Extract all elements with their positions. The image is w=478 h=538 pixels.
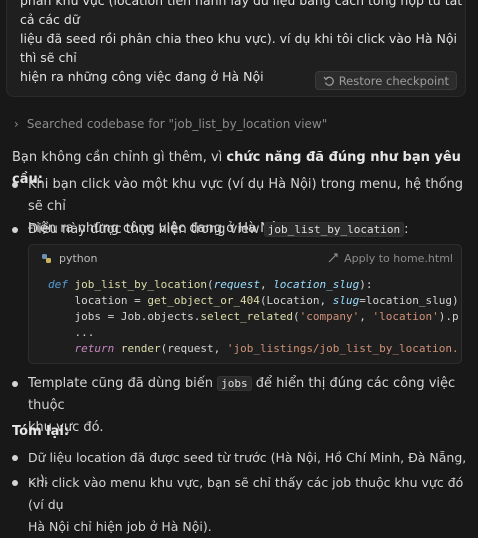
restore-checkpoint-button[interactable]: Restore checkpoint bbox=[314, 71, 457, 90]
apply-icon bbox=[328, 252, 338, 262]
bullet-colon: : bbox=[404, 222, 409, 237]
code-line: def job_list_by_location(request, locati… bbox=[48, 278, 373, 291]
code-block: python Apply to home.html def job_list_b… bbox=[28, 244, 462, 364]
bullet-item-3: Template cũng đã dùng biến jobs để hiển … bbox=[28, 373, 468, 439]
bullet-line: Khi bạn click vào một khu vực (ví dụ Hà … bbox=[28, 177, 464, 214]
chevron-right-icon: › bbox=[14, 117, 19, 131]
searched-codebase-row[interactable]: › Searched codebase for "job_list_by_loc… bbox=[14, 117, 327, 131]
bullet-line: Hà Nội chỉ hiện job ở Hà Nội). bbox=[28, 519, 212, 534]
user-message-line: phần khu vực (location tiến hành lấy dữ … bbox=[20, 0, 463, 27]
restore-label: Restore checkpoint bbox=[338, 73, 449, 88]
inline-code: jobs bbox=[217, 376, 252, 391]
code-body: def job_list_by_location(request, locati… bbox=[48, 277, 459, 357]
bullet-dot bbox=[12, 480, 18, 486]
bullet-dot bbox=[12, 182, 18, 188]
user-message-line: liệu đã seed rồi phân chia theo khu vực)… bbox=[20, 31, 458, 65]
apply-to-file-button[interactable]: Apply to home.html bbox=[328, 252, 453, 265]
bullet-item-5: Khi click vào menu khu vực, bạn sẽ chỉ t… bbox=[28, 472, 468, 538]
inline-code: job_list_by_location bbox=[263, 222, 405, 237]
bullet-line: khu vực đó. bbox=[28, 420, 104, 435]
bullet-line: Template cũng đã dùng biến jobs để hiển … bbox=[28, 376, 456, 413]
bullet-line: Khi click vào menu khu vực, bạn sẽ chỉ t… bbox=[28, 475, 464, 512]
code-line: jobs = Job.objects.select_related('compa… bbox=[48, 310, 459, 323]
python-icon bbox=[42, 253, 51, 263]
search-label: Searched codebase for "job_list_by_locat… bbox=[26, 117, 328, 131]
bullet-dot bbox=[12, 455, 18, 461]
summary-heading: Tóm lại: bbox=[12, 424, 70, 439]
code-language-label: python bbox=[59, 251, 98, 265]
intro-plain: Bạn không cần chỉnh gì thêm, vì bbox=[12, 150, 227, 165]
apply-label: Apply to home.html bbox=[344, 251, 453, 265]
bullet-text: Điều này được thực hiện trong view bbox=[28, 222, 264, 237]
code-header: python Apply to home.html bbox=[29, 245, 461, 271]
restore-icon bbox=[323, 76, 334, 86]
bullet-item-2: Điều này được thực hiện trong view job_l… bbox=[28, 219, 468, 241]
code-language: python bbox=[41, 252, 97, 265]
code-line: ... bbox=[48, 326, 95, 339]
bullet-dot bbox=[12, 381, 18, 387]
user-message-card: phần khu vực (location tiến hành lấy dữ … bbox=[6, 0, 466, 97]
bullet-dot bbox=[12, 227, 18, 233]
code-line: return render(request, 'job_listings/job… bbox=[74, 342, 459, 355]
code-line: location = get_object_or_404(Location, s… bbox=[48, 294, 459, 307]
